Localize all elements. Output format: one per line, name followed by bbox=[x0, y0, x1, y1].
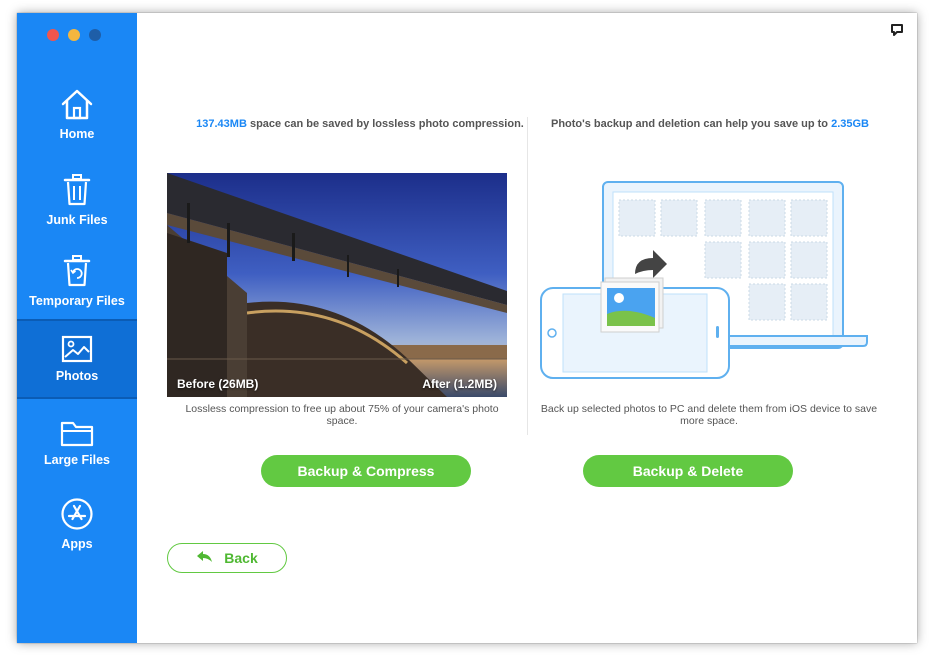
backup-compress-button[interactable]: Backup & Compress bbox=[261, 455, 471, 487]
home-icon bbox=[59, 87, 95, 121]
back-button-label: Back bbox=[224, 550, 258, 566]
panel-divider bbox=[527, 117, 528, 435]
sidebar-item-large-files[interactable]: Large Files bbox=[17, 404, 137, 482]
sidebar-item-junk-files[interactable]: Junk Files bbox=[17, 161, 137, 239]
sidebar-item-label: Temporary Files bbox=[29, 294, 125, 308]
sidebar: Home Junk Files Temporary Files Photos L bbox=[17, 13, 137, 643]
sidebar-item-apps[interactable]: Apps bbox=[17, 485, 137, 563]
back-button[interactable]: Back bbox=[167, 543, 287, 573]
sidebar-item-photos[interactable]: Photos bbox=[17, 319, 137, 399]
folder-icon bbox=[60, 419, 94, 447]
back-arrow-icon bbox=[196, 550, 214, 567]
photo-icon bbox=[61, 335, 93, 363]
backup-caption-text: Photo's backup and deletion can help you… bbox=[550, 118, 832, 130]
sidebar-item-label: Apps bbox=[61, 537, 93, 551]
compression-caption-text: space can be saved by lossless photo com… bbox=[246, 118, 524, 130]
sidebar-item-temporary-files[interactable]: Temporary Files bbox=[17, 242, 137, 320]
zoom-window-button[interactable] bbox=[89, 29, 101, 41]
close-window-button[interactable] bbox=[47, 29, 59, 41]
after-size-label: After (1.2MB) bbox=[422, 377, 497, 391]
temp-trash-icon bbox=[62, 254, 92, 288]
app-window: Home Junk Files Temporary Files Photos L bbox=[17, 13, 917, 643]
compression-caption: 137.43MB space can be saved by lossless … bbox=[195, 117, 525, 131]
backup-saved-amount: 2.35GB bbox=[831, 118, 870, 130]
compression-description: Lossless compression to free up about 75… bbox=[185, 403, 499, 427]
trash-icon bbox=[62, 173, 92, 207]
backup-illustration bbox=[537, 178, 877, 403]
sidebar-item-label: Large Files bbox=[44, 453, 110, 467]
window-controls bbox=[47, 29, 101, 41]
main-content: 137.43MB space can be saved by lossless … bbox=[137, 13, 917, 643]
backup-delete-button[interactable]: Backup & Delete bbox=[583, 455, 793, 487]
backup-caption: Photo's backup and deletion can help you… bbox=[530, 117, 890, 131]
feedback-chat-icon[interactable] bbox=[891, 23, 903, 41]
sidebar-item-label: Home bbox=[59, 127, 95, 141]
before-size-label: Before (26MB) bbox=[177, 377, 259, 391]
backup-description: Back up selected photos to PC and delete… bbox=[540, 403, 878, 427]
sidebar-item-label: Junk Files bbox=[46, 213, 108, 227]
sidebar-item-home[interactable]: Home bbox=[17, 75, 137, 153]
app-store-icon bbox=[60, 497, 94, 531]
minimize-window-button[interactable] bbox=[68, 29, 80, 41]
sidebar-item-label: Photos bbox=[55, 369, 99, 383]
sample-photo: Before (26MB) After (1.2MB) bbox=[167, 173, 507, 397]
compression-saved-amount: 137.43MB bbox=[196, 118, 247, 130]
